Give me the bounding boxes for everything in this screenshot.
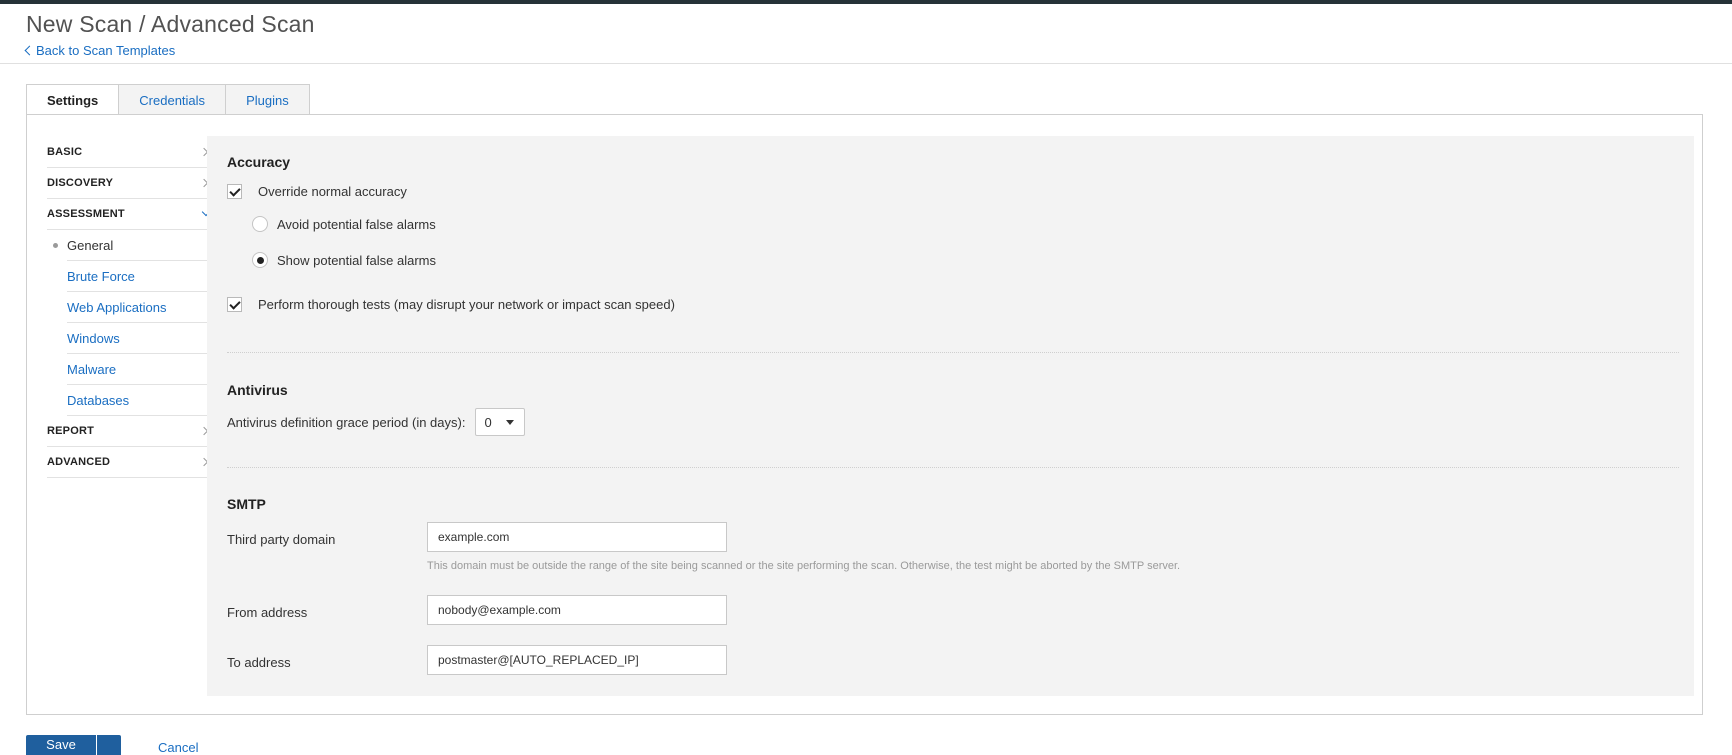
sidebar-subitem-windows[interactable]: Windows [67,323,215,354]
section-divider [227,467,1679,468]
sidebar-item-label: REPORT [47,425,95,437]
save-button[interactable]: Save [26,735,96,755]
sidebar-item-assessment[interactable]: ASSESSMENT [47,199,215,230]
caret-down-icon [506,419,515,425]
header-divider [0,63,1732,64]
settings-sidebar: BASIC DISCOVERY ASSESSMENT General Brute… [47,137,215,478]
tab-credentials[interactable]: Credentials [118,84,227,115]
tab-plugins[interactable]: Plugins [225,84,310,115]
third-party-domain-help: This domain must be outside the range of… [427,560,1181,572]
to-address-input[interactable] [427,645,727,675]
tab-bar: Settings Credentials Plugins [26,84,310,116]
sidebar-item-label: BASIC [47,146,83,158]
avoid-false-alarms-radio[interactable] [252,216,268,232]
sidebar-subitem-web-applications[interactable]: Web Applications [67,292,215,323]
sidebar-subitem-label: General [67,238,114,253]
back-to-templates-link[interactable]: Back to Scan Templates [24,43,176,58]
sidebar-subitem-general[interactable]: General [53,230,215,261]
sidebar-subitem-brute-force[interactable]: Brute Force [67,261,215,292]
tab-settings[interactable]: Settings [26,84,120,116]
show-false-alarms-row: Show potential false alarms [252,252,436,268]
current-indicator-icon [53,243,58,248]
top-bar [0,0,1732,4]
antivirus-grace-select[interactable]: 0 [475,408,526,436]
thorough-tests-checkbox[interactable] [227,297,242,312]
chevron-left-icon [24,45,35,56]
settings-panel: BASIC DISCOVERY ASSESSMENT General Brute… [26,114,1703,715]
from-address-label: From address [227,605,308,620]
antivirus-grace-value: 0 [484,414,492,430]
antivirus-section-title: Antivirus [227,382,288,398]
back-link-label: Back to Scan Templates [36,43,176,58]
sidebar-item-advanced[interactable]: ADVANCED [47,447,215,478]
show-false-alarms-label: Show potential false alarms [277,252,436,268]
thorough-tests-label: Perform thorough tests (may disrupt your… [258,297,675,312]
sidebar-item-discovery[interactable]: DISCOVERY [47,168,215,199]
sidebar-item-basic[interactable]: BASIC [47,137,215,168]
to-address-label: To address [227,655,291,670]
thorough-tests-row: Perform thorough tests (may disrupt your… [227,297,675,312]
third-party-domain-input[interactable] [427,522,727,552]
override-accuracy-label: Override normal accuracy [258,184,407,199]
override-accuracy-checkbox[interactable] [227,184,242,199]
accuracy-section-title: Accuracy [227,154,291,170]
sidebar-item-label: ADVANCED [47,456,111,468]
sidebar-subitem-malware[interactable]: Malware [67,354,215,385]
save-options-button[interactable] [97,735,121,755]
sidebar-item-report[interactable]: REPORT [47,416,215,447]
override-accuracy-row: Override normal accuracy [227,184,407,199]
show-false-alarms-radio[interactable] [252,252,268,268]
from-address-input[interactable] [427,595,727,625]
sidebar-item-label: DISCOVERY [47,177,114,189]
third-party-domain-label: Third party domain [227,532,336,547]
sidebar-item-label: ASSESSMENT [47,208,125,220]
section-divider [227,352,1679,353]
assessment-general-content: Accuracy Override normal accuracy Avoid … [207,136,1694,696]
avoid-false-alarms-label: Avoid potential false alarms [277,216,436,232]
antivirus-grace-label: Antivirus definition grace period (in da… [227,414,466,430]
smtp-section-title: SMTP [227,496,266,512]
antivirus-grace-row: Antivirus definition grace period (in da… [227,408,526,436]
sidebar-subitem-databases[interactable]: Databases [67,385,215,416]
avoid-false-alarms-row: Avoid potential false alarms [252,216,436,232]
page-title: New Scan / Advanced Scan [26,11,315,37]
